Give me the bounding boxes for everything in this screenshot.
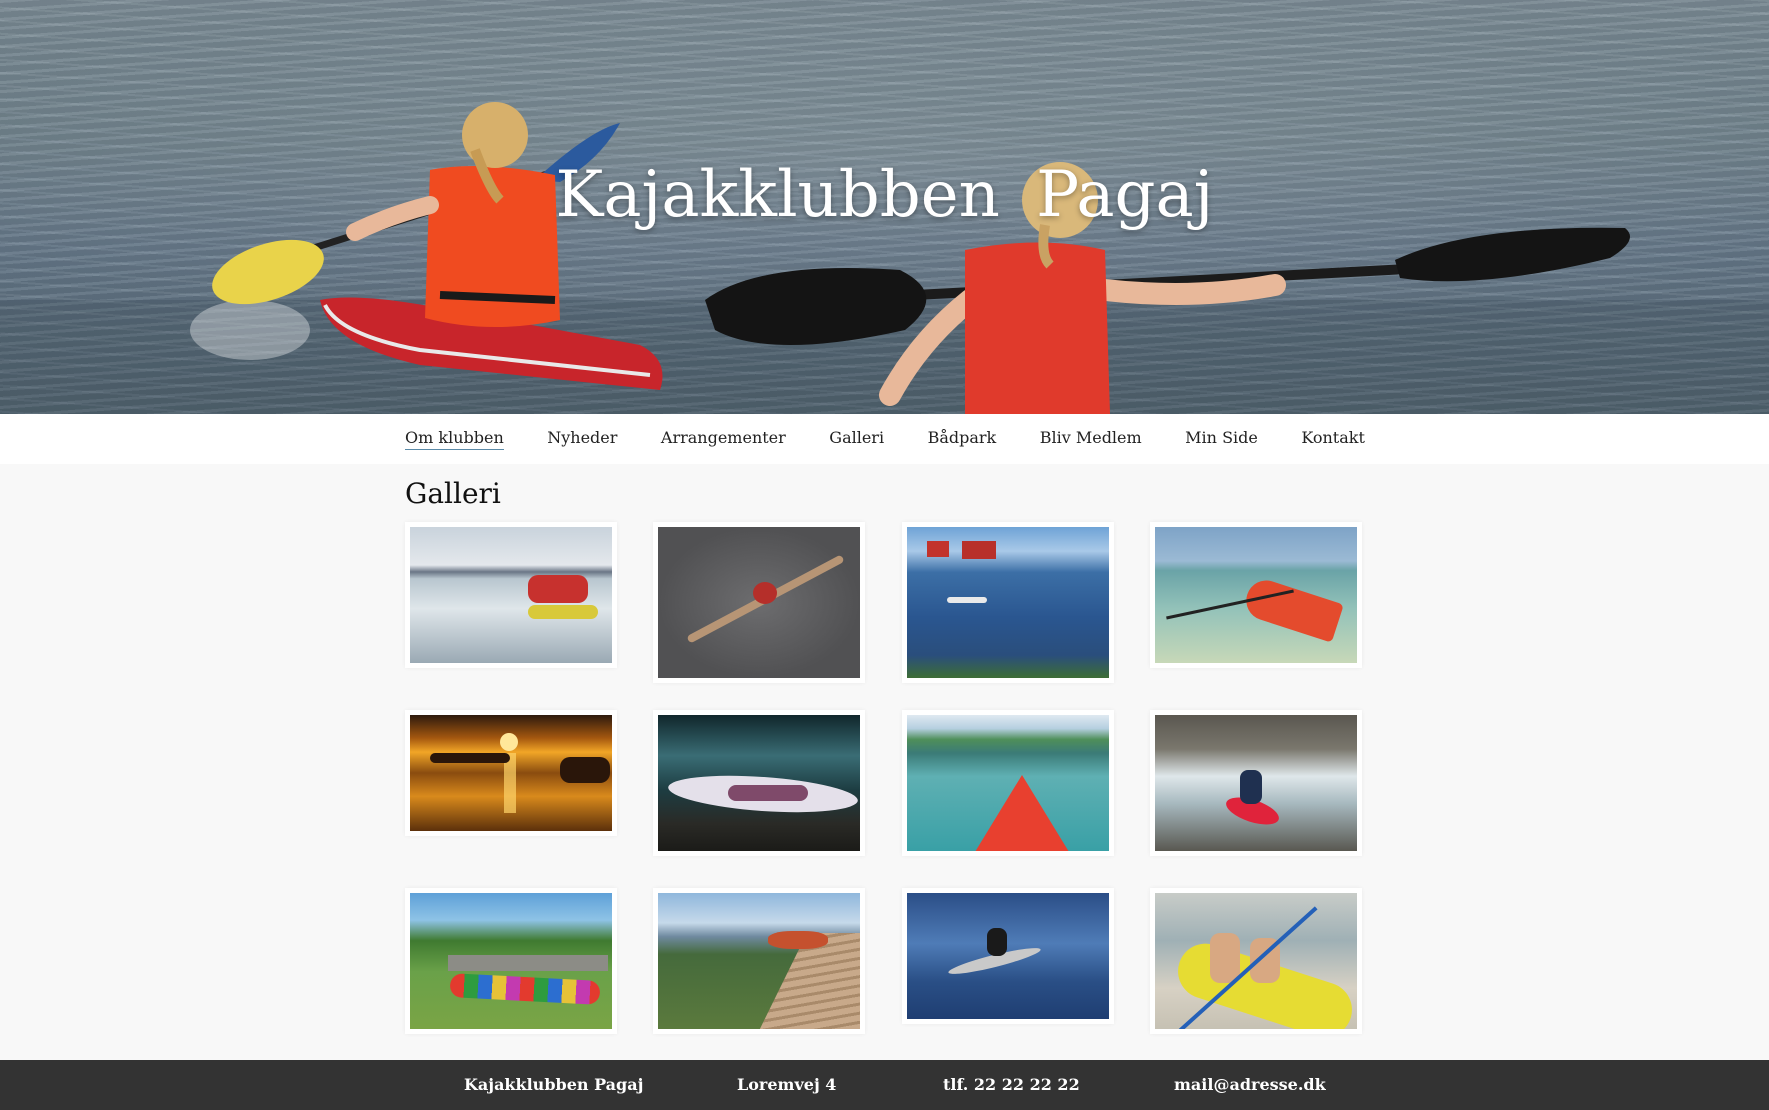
gallery-photo[interactable] bbox=[1150, 710, 1362, 856]
gallery-photo[interactable] bbox=[1150, 888, 1362, 1034]
photo-white-kayak-dock bbox=[658, 715, 860, 851]
nav-item-galleri[interactable]: Galleri bbox=[829, 428, 884, 450]
gallery-photo[interactable] bbox=[405, 522, 617, 668]
photo-sunset-kayaks bbox=[410, 715, 612, 831]
photo-kayaker-blue-water bbox=[907, 893, 1109, 1019]
gallery-photo[interactable] bbox=[653, 710, 865, 856]
page-title: Galleri bbox=[405, 477, 501, 510]
nav-item-bliv-medlem[interactable]: Bliv Medlem bbox=[1040, 428, 1142, 450]
nav-item-nyheder[interactable]: Nyheder bbox=[547, 428, 617, 450]
gallery-photo[interactable] bbox=[902, 888, 1114, 1024]
left-kayaker bbox=[190, 102, 663, 390]
nav-item-min-side[interactable]: Min Side bbox=[1185, 428, 1258, 450]
gallery-photo[interactable] bbox=[653, 888, 865, 1034]
nav-item-arrangementer[interactable]: Arrangementer bbox=[661, 428, 786, 450]
gallery-photo[interactable] bbox=[653, 522, 865, 683]
photo-red-kayak-bow bbox=[907, 715, 1109, 851]
footer-phone[interactable]: tlf. 22 22 22 22 bbox=[943, 1075, 1080, 1094]
site-footer: Kajakklubben Pagaj Loremvej 4 tlf. 22 22… bbox=[0, 1060, 1769, 1110]
photo-boys-yellow-kayak bbox=[1155, 893, 1357, 1029]
gallery-photo[interactable] bbox=[1150, 522, 1362, 668]
footer-address: Loremvej 4 bbox=[737, 1075, 837, 1094]
nav-item-badpark[interactable]: Bådpark bbox=[928, 428, 997, 450]
photo-kayakers-icy-fjord bbox=[410, 527, 612, 663]
photo-kayak-on-jetty bbox=[658, 893, 860, 1029]
footer-club-name: Kajakklubben Pagaj bbox=[464, 1075, 644, 1094]
gallery-photo[interactable] bbox=[405, 888, 617, 1034]
hero-banner: Kajakklubben Pagaj bbox=[0, 0, 1769, 414]
main-navigation: Om klubben Nyheder Arrangementer Galleri… bbox=[0, 414, 1769, 464]
nav-item-kontakt[interactable]: Kontakt bbox=[1301, 428, 1365, 450]
gallery-photo[interactable] bbox=[902, 710, 1114, 856]
photo-red-houses-fjord bbox=[907, 527, 1109, 678]
photo-whitewater-kayak bbox=[1155, 715, 1357, 851]
photo-kayak-aerial bbox=[658, 527, 860, 678]
gallery-photo[interactable] bbox=[902, 522, 1114, 683]
footer-email[interactable]: mail@adresse.dk bbox=[1174, 1075, 1326, 1094]
nav-item-om-klubben[interactable]: Om klubben bbox=[405, 428, 504, 450]
gallery-photo[interactable] bbox=[405, 710, 617, 836]
site-title: Kajakklubben Pagaj bbox=[555, 158, 1214, 232]
photo-kayaks-on-grass bbox=[410, 893, 612, 1029]
photo-red-kayak-shallow bbox=[1155, 527, 1357, 663]
